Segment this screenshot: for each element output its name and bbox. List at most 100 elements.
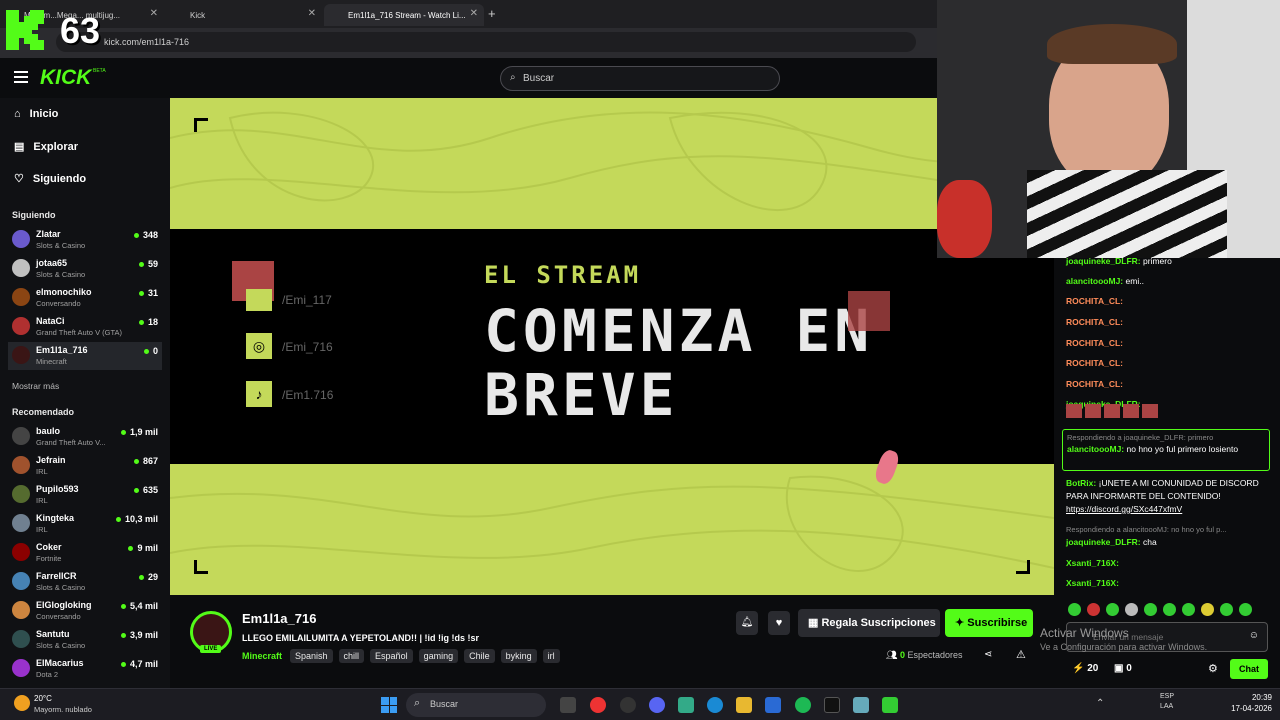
channel-row[interactable]: Santutu Slots & Casino 3,9 mil: [8, 626, 162, 654]
tab-label: Kick: [190, 10, 206, 20]
chat-send-button[interactable]: Chat: [1230, 659, 1268, 679]
bell-icon[interactable]: 🔔︎: [736, 611, 758, 635]
nav-label: Siguiendo: [32, 172, 87, 185]
tiktok-icon: ♪: [246, 381, 272, 407]
subscribe-label: Suscribirse: [967, 617, 1028, 629]
stream-tag[interactable]: byking: [500, 649, 537, 663]
task-view-icon[interactable]: [560, 697, 576, 713]
chat-user[interactable]: joaquineke_DLFR:: [1066, 256, 1141, 266]
clock-date[interactable]: 17-04-2026: [1212, 704, 1272, 713]
stream-tag[interactable]: Spanish: [290, 649, 333, 663]
chat-user[interactable]: Xsanti_716X:: [1066, 558, 1119, 568]
file-explorer-icon[interactable]: [736, 697, 752, 713]
close-icon[interactable]: ✕: [308, 8, 316, 19]
chat-user[interactable]: BotRix:: [1066, 478, 1096, 488]
users-icon: 👥︎: [886, 650, 900, 660]
stream-tag[interactable]: chill: [338, 649, 365, 663]
gifts-display[interactable]: ▣ 0: [1114, 663, 1132, 674]
settings-icon[interactable]: ⚙: [1208, 662, 1218, 675]
new-tab-icon[interactable]: +: [488, 6, 496, 21]
channel-row[interactable]: ElGlogloking Conversando 5,4 mil: [8, 597, 162, 625]
search-input[interactable]: ⌕ Buscar: [500, 66, 780, 91]
spotify-icon[interactable]: [795, 697, 811, 713]
chrome-icon[interactable]: [590, 697, 606, 713]
reply-context: Respondiendo a alancitoooMJ: no hno yo f…: [1066, 525, 1227, 534]
channel-row[interactable]: baulo Grand Theft Auto V... 1,9 mil: [8, 423, 162, 451]
language-layout[interactable]: LAA: [1160, 703, 1173, 710]
channel-row[interactable]: Em1l1a_716 Minecraft 0: [8, 342, 162, 370]
show-more-link[interactable]: Mostrar más: [12, 381, 59, 391]
stream-category[interactable]: Minecraft: [242, 651, 282, 661]
channel-row[interactable]: FarrellCR Slots & Casino 29: [8, 568, 162, 596]
channel-name: ElMacarius: [36, 658, 84, 668]
nav-explorar[interactable]: ▤ Explorar: [14, 140, 78, 154]
emote-image: [848, 291, 890, 331]
app-icon[interactable]: [853, 697, 869, 713]
store-icon[interactable]: [765, 697, 781, 713]
close-icon[interactable]: ✕: [150, 8, 158, 19]
stream-tag[interactable]: gaming: [418, 649, 459, 663]
stream-tag[interactable]: Español: [370, 649, 413, 663]
channel-row[interactable]: Coker Fortnite 9 mil: [8, 539, 162, 567]
channel-name: Jefrain: [36, 455, 66, 465]
chat-user[interactable]: ROCHITA_CL:: [1066, 296, 1123, 306]
app-icon[interactable]: [678, 697, 694, 713]
site-logo[interactable]: KICK: [40, 66, 91, 90]
tray-chevron-icon[interactable]: ⌃: [1096, 698, 1104, 709]
heart-follow-button[interactable]: ♥: [768, 611, 790, 635]
epic-games-icon[interactable]: [824, 697, 840, 713]
chat-user[interactable]: ROCHITA_CL:: [1066, 338, 1123, 348]
tab-stream[interactable]: Em1l1a_716 Stream - Watch Li... ✕: [324, 4, 484, 26]
share-icon[interactable]: ⋖: [984, 649, 992, 660]
url-field[interactable]: kick.com/em1l1a-716: [56, 32, 916, 52]
channel-row[interactable]: Pupilo593 IRL 635: [8, 481, 162, 509]
avatar: [12, 427, 30, 445]
channel-row[interactable]: Kingteka IRL 10,3 mil: [8, 510, 162, 538]
chat-user[interactable]: alancitoooMJ:: [1066, 276, 1123, 286]
xbox-icon[interactable]: [882, 697, 898, 713]
streamer-name[interactable]: Em1l1a_716: [242, 611, 316, 626]
menu-icon[interactable]: [14, 71, 28, 83]
gift-subs-button[interactable]: ▦ Regala Suscripciones: [798, 609, 940, 637]
language-code[interactable]: ESP: [1160, 693, 1174, 700]
edge-icon[interactable]: [707, 697, 723, 713]
channel-row[interactable]: ElMacarius Dota 2 4,7 mil: [8, 655, 162, 683]
sidebar: ⌂ Inicio ▤ Explorar ♡ Siguiendo Siguiendo Z…: [0, 98, 170, 688]
discord-icon[interactable]: [649, 697, 665, 713]
nav-siguiendo[interactable]: ♡ Siguiendo: [14, 172, 87, 186]
channel-row[interactable]: elmonochiko Conversando 31: [8, 284, 162, 312]
chat-user[interactable]: ROCHITA_CL:: [1066, 379, 1123, 389]
taskbar-search[interactable]: ⌕ Buscar: [406, 693, 546, 717]
discord-link[interactable]: https://discord.gg/SXc447xfmV: [1066, 504, 1182, 514]
video-player[interactable]: EL STREAM COMENZA EN BREVE /Emi_117 ◎ /E…: [170, 98, 1054, 595]
channel-row[interactable]: jotaa65 Slots & Casino 59: [8, 255, 162, 283]
chat-user[interactable]: joaquineke_DLFR:: [1066, 537, 1141, 547]
chat-user[interactable]: ROCHITA_CL:: [1066, 317, 1123, 327]
home-icon: ⌂: [14, 108, 21, 120]
channel-name: Zlatar: [36, 229, 61, 239]
app-icon[interactable]: [620, 697, 636, 713]
close-icon[interactable]: ✕: [470, 8, 478, 19]
chat-text: cha: [1143, 537, 1157, 547]
nav-inicio[interactable]: ⌂ Inicio: [14, 108, 58, 120]
chat-user[interactable]: ROCHITA_CL:: [1066, 358, 1123, 368]
emoji-icon[interactable]: ☺: [1249, 630, 1259, 641]
chat-user[interactable]: alancitoooMJ:: [1067, 444, 1124, 454]
clock-time[interactable]: 20:39: [1222, 693, 1272, 702]
avatar: [12, 630, 30, 648]
emote-picker-row[interactable]: [1068, 603, 1268, 617]
points-display[interactable]: ⚡ 20: [1072, 663, 1098, 674]
stream-tag[interactable]: irl: [542, 649, 560, 663]
channel-row[interactable]: NataCi Grand Theft Auto V (GTA) 18: [8, 313, 162, 341]
channel-row[interactable]: Jefrain IRL 867: [8, 452, 162, 480]
stream-tag[interactable]: Chile: [464, 649, 495, 663]
channel-name: Coker: [36, 542, 62, 552]
weather-icon[interactable]: [14, 695, 30, 711]
corner-mark: [194, 118, 208, 132]
report-icon[interactable]: ⚠: [1016, 648, 1026, 661]
subscribe-button[interactable]: ✦ Suscribirse: [945, 609, 1033, 637]
channel-row[interactable]: Zlatar Slots & Casino 348: [8, 226, 162, 254]
windows-start-icon[interactable]: [381, 697, 397, 713]
tab-kick[interactable]: Kick ✕: [166, 4, 322, 26]
chat-user[interactable]: Xsanti_716X:: [1066, 578, 1119, 588]
